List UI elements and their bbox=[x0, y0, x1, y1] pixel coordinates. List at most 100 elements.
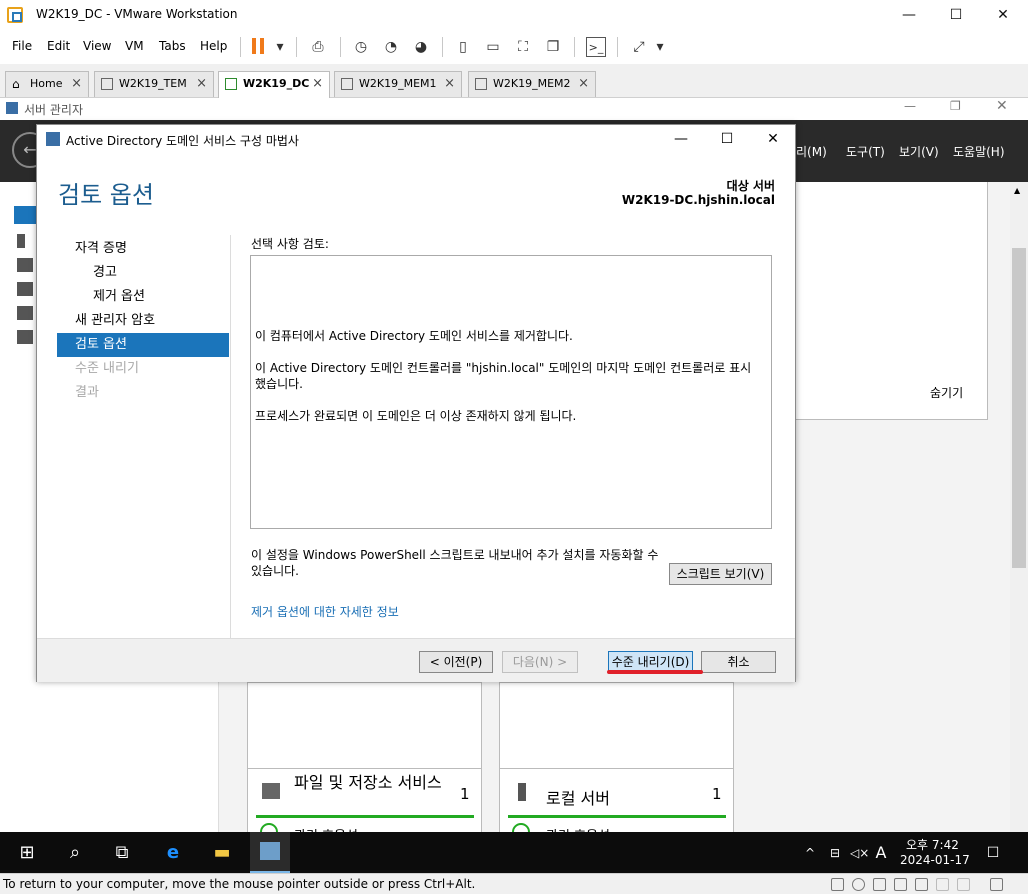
wizard-icon bbox=[46, 132, 60, 146]
status-message: To return to your computer, move the mou… bbox=[3, 877, 476, 891]
ime-indicator[interactable]: A bbox=[873, 842, 889, 864]
step-removal-options[interactable]: 제거 옵션 bbox=[57, 285, 229, 309]
search-icon[interactable]: ⌕ bbox=[64, 842, 86, 864]
full-screen-icon[interactable]: ⛶ bbox=[513, 37, 533, 57]
close-icon[interactable]: × bbox=[196, 72, 207, 96]
volume-muted-icon[interactable]: ◁× bbox=[850, 842, 869, 864]
stretch-view-icon[interactable]: ⤢ bbox=[629, 37, 649, 57]
network-icon[interactable]: ⊟ bbox=[826, 842, 844, 864]
menu-edit[interactable]: Edit bbox=[47, 39, 70, 53]
clock-date[interactable]: 2024-01-17 bbox=[900, 853, 970, 867]
snapshot-manager-icon[interactable]: ◕ bbox=[411, 37, 431, 57]
menu-manage[interactable]: 리(M) bbox=[796, 143, 827, 160]
tile-title: 파일 및 저장소 서비스 bbox=[294, 773, 442, 792]
display-icon[interactable] bbox=[957, 878, 970, 891]
tab-w2k19-dc[interactable]: W2K19_DC × bbox=[218, 71, 330, 98]
review-line: 이 Active Directory 도메인 컨트롤러를 "hjshin.loc… bbox=[255, 361, 752, 391]
tray-chevron-icon[interactable]: ^ bbox=[802, 842, 818, 864]
close-icon[interactable]: × bbox=[578, 72, 589, 96]
menu-help[interactable]: Help bbox=[200, 39, 227, 53]
close-icon[interactable]: × bbox=[312, 72, 323, 96]
hide-link[interactable]: 숨기기 bbox=[930, 384, 963, 401]
ad-ds-icon[interactable] bbox=[17, 282, 33, 296]
clock-time[interactable]: 오후 7:42 bbox=[906, 836, 959, 853]
scrollbar-thumb[interactable] bbox=[1012, 248, 1026, 568]
target-server-label: 대상 서버 bbox=[726, 179, 775, 193]
review-line: 프로세스가 완료되면 이 도메인은 더 이상 존재하지 않게 됩니다. bbox=[255, 409, 577, 423]
vmware-logo-icon bbox=[7, 7, 23, 23]
sm-restore-button[interactable]: ❐ bbox=[950, 99, 961, 113]
file-services-icon[interactable] bbox=[17, 330, 33, 344]
close-icon[interactable]: × bbox=[71, 72, 82, 96]
step-results: 결과 bbox=[75, 385, 99, 400]
minimize-button[interactable]: — bbox=[886, 4, 932, 26]
view-script-button[interactable]: 스크립트 보기(V) bbox=[669, 563, 772, 585]
menu-view-sm[interactable]: 보기(V) bbox=[899, 143, 939, 160]
dns-icon[interactable] bbox=[17, 306, 33, 320]
review-summary-box[interactable]: 이 컴퓨터에서 Active Directory 도메인 서비스를 제거합니다.… bbox=[250, 255, 772, 529]
message-log-icon[interactable] bbox=[990, 878, 1003, 891]
all-servers-icon[interactable] bbox=[17, 258, 33, 272]
menu-tabs[interactable]: Tabs bbox=[159, 39, 186, 53]
network-adapter-icon[interactable] bbox=[873, 878, 886, 891]
usb-icon[interactable] bbox=[894, 878, 907, 891]
tab-w2k19-tem[interactable]: W2K19_TEM × bbox=[94, 71, 214, 97]
server-manager-nav bbox=[0, 182, 36, 873]
local-server-icon[interactable] bbox=[17, 234, 25, 248]
tab-w2k19-mem1[interactable]: W2K19_MEM1 × bbox=[334, 71, 462, 97]
tab-label: W2K19_TEM bbox=[119, 77, 187, 90]
dashboard-icon[interactable] bbox=[14, 206, 36, 224]
tab-label: W2K19_MEM2 bbox=[493, 77, 571, 90]
notifications-icon[interactable]: ☐ bbox=[983, 842, 1003, 864]
step-credentials[interactable]: 자격 증명 bbox=[57, 237, 229, 261]
windows-taskbar: ⊞ ⌕ ⧉ e ▬ ^ ⊟ ◁× A 오후 7:42 2024-01-17 ☐ bbox=[0, 832, 1028, 873]
step-new-admin-password[interactable]: 새 관리자 암호 bbox=[57, 309, 229, 333]
server-manager-title: 서버 관리자 bbox=[24, 103, 84, 117]
thumbnail-bar-icon[interactable]: ▭ bbox=[483, 37, 503, 57]
step-warnings[interactable]: 경고 bbox=[57, 261, 229, 285]
file-explorer-icon[interactable]: ▬ bbox=[210, 842, 234, 864]
target-server-name: W2K19-DC.hjshin.local bbox=[621, 193, 775, 207]
menu-file[interactable]: File bbox=[12, 39, 32, 53]
start-icon[interactable]: ⊞ bbox=[16, 842, 38, 864]
sidebar-toggle-icon[interactable]: ▯ bbox=[453, 37, 473, 57]
close-button[interactable]: ✕ bbox=[980, 4, 1026, 26]
tab-home[interactable]: ⌂ Home × bbox=[5, 71, 89, 97]
server-manager-taskbar-button[interactable] bbox=[250, 832, 290, 873]
printer-icon[interactable] bbox=[936, 878, 949, 891]
send-ctrl-alt-del-icon[interactable]: ⎙ bbox=[308, 37, 328, 57]
pause-icon[interactable] bbox=[252, 38, 268, 57]
step-review-options[interactable]: 검토 옵션 bbox=[57, 333, 229, 357]
sm-minimize-button[interactable]: — bbox=[904, 99, 916, 113]
red-annotation-underline bbox=[607, 670, 703, 674]
internet-explorer-icon[interactable]: e bbox=[160, 842, 186, 864]
more-info-link[interactable]: 제거 옵션에 대한 자세한 정보 bbox=[251, 603, 399, 620]
stretch-dropdown-icon[interactable]: ▾ bbox=[650, 37, 670, 57]
console-view-icon[interactable]: >_ bbox=[586, 37, 606, 57]
menu-tools[interactable]: 도구(T) bbox=[846, 143, 885, 160]
dropdown-icon[interactable]: ▾ bbox=[270, 37, 290, 57]
maximize-button[interactable]: ☐ bbox=[933, 4, 979, 26]
snapshot-icon[interactable]: ◷ bbox=[351, 37, 371, 57]
close-icon[interactable]: × bbox=[444, 72, 455, 96]
menu-vm[interactable]: VM bbox=[125, 39, 144, 53]
hdd-icon[interactable] bbox=[831, 878, 844, 891]
vertical-scrollbar[interactable]: ▲ bbox=[1010, 182, 1028, 832]
vmware-title-bar: W2K19_DC - VMware Workstation — ☐ ✕ bbox=[0, 0, 1028, 30]
revert-snapshot-icon[interactable]: ◔ bbox=[381, 37, 401, 57]
dialog-maximize-button[interactable]: ☐ bbox=[709, 129, 745, 149]
vm-icon bbox=[341, 78, 353, 90]
cd-icon[interactable] bbox=[852, 878, 865, 891]
scroll-up-icon[interactable]: ▲ bbox=[1014, 186, 1020, 195]
task-view-icon[interactable]: ⧉ bbox=[111, 842, 133, 864]
sm-close-button[interactable]: ✕ bbox=[996, 98, 1008, 114]
dialog-close-button[interactable]: ✕ bbox=[755, 129, 791, 149]
sound-icon[interactable] bbox=[915, 878, 928, 891]
cancel-button[interactable]: 취소 bbox=[701, 651, 776, 673]
unity-icon[interactable]: ❐ bbox=[543, 37, 563, 57]
dialog-minimize-button[interactable]: — bbox=[663, 129, 699, 149]
menu-help-sm[interactable]: 도움말(H) bbox=[953, 143, 1005, 160]
menu-view[interactable]: View bbox=[83, 39, 111, 53]
tab-w2k19-mem2[interactable]: W2K19_MEM2 × bbox=[468, 71, 596, 97]
previous-button[interactable]: < 이전(P) bbox=[419, 651, 493, 673]
